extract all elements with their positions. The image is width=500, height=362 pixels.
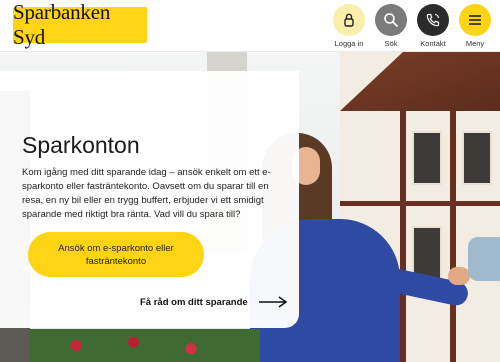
search-circle	[375, 4, 407, 36]
logo[interactable]: Sparbanken Syd	[13, 0, 147, 49]
hero-image-hand	[448, 267, 470, 285]
login-label: Logga in	[334, 39, 364, 48]
contact-circle	[417, 4, 449, 36]
hero-image-window	[462, 131, 492, 185]
hero-image-flowers	[30, 329, 260, 362]
menu-button[interactable]: Meny	[453, 4, 497, 48]
logo-text: Sparbanken Syd	[13, 0, 111, 49]
hero-image-beam	[450, 111, 456, 362]
hero-image-other-arm	[468, 237, 500, 281]
advice-link-label: Få råd om ditt sparande	[140, 296, 248, 308]
login-circle	[333, 4, 365, 36]
hero-description: Kom igång med ditt sparande idag – ansök…	[22, 167, 271, 220]
site-header: Sparbanken Syd Logga in Sök Kontakt Meny	[0, 0, 500, 52]
hero-image-beam	[340, 201, 500, 206]
search-button[interactable]: Sök	[369, 4, 413, 48]
search-label: Sök	[384, 39, 398, 48]
hero-image-window	[412, 131, 442, 185]
login-button[interactable]: Logga in	[327, 4, 371, 48]
apply-button-label: Ansök om e-sparkonto eller fasträntekont…	[58, 242, 174, 267]
menu-circle	[459, 4, 491, 36]
savings-advice-link[interactable]: Få råd om ditt sparande	[140, 296, 288, 308]
search-icon	[384, 13, 398, 27]
apply-savings-account-button[interactable]: Ansök om e-sparkonto eller fasträntekont…	[28, 232, 204, 277]
contact-label: Kontakt	[420, 39, 446, 48]
menu-label: Meny	[465, 39, 485, 48]
contact-button[interactable]: Kontakt	[411, 4, 455, 48]
lock-icon	[344, 13, 354, 27]
arrow-right-icon	[258, 296, 287, 308]
page-title: Sparkonton	[22, 132, 140, 158]
hero-image-beam	[400, 111, 406, 362]
menu-icon	[469, 15, 481, 25]
phone-icon	[426, 13, 440, 27]
hero-card: Sparkonton Kom igång med ditt sparande i…	[0, 71, 299, 328]
